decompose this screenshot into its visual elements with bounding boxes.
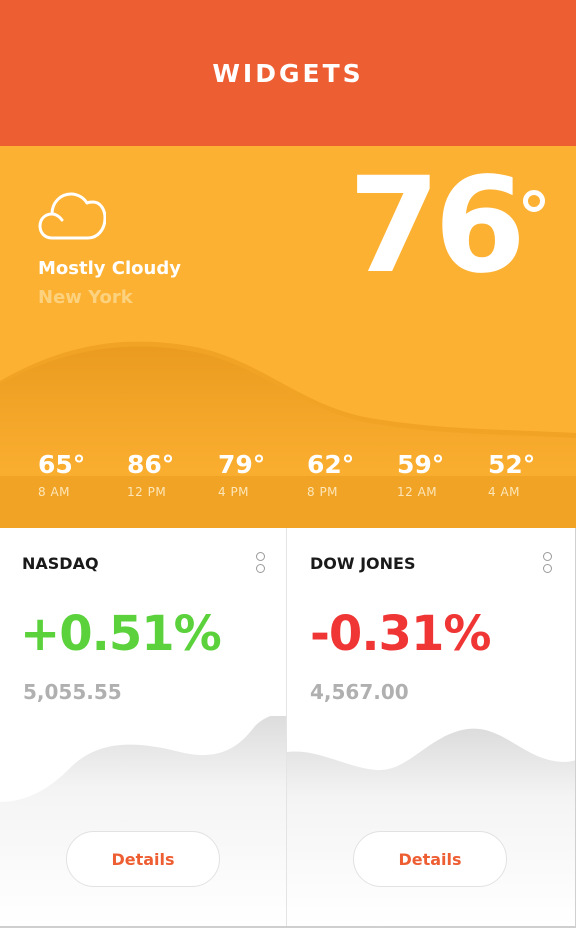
forecast-temp: 59°: [397, 450, 445, 479]
forecast-item: 79° 4 PM: [218, 450, 308, 499]
forecast-item: 62° 8 PM: [307, 450, 397, 499]
forecast-temp: 52°: [488, 450, 536, 479]
stock-card-dow-jones[interactable]: DOW JONES -0.31% 4,567.00 Details: [287, 528, 576, 926]
app-header: WIDGETS: [0, 0, 576, 146]
weather-widget[interactable]: Mostly Cloudy New York 76 65° 8 AM 86° 1…: [0, 146, 576, 528]
more-vertical-icon[interactable]: [253, 552, 267, 578]
details-button[interactable]: Details: [353, 831, 507, 887]
page-title: WIDGETS: [212, 58, 364, 88]
forecast-time: 8 PM: [307, 485, 339, 499]
stock-card-nasdaq[interactable]: NASDAQ +0.51% 5,055.55 Details: [0, 528, 287, 926]
forecast-item: 65° 8 AM: [38, 450, 128, 499]
details-button[interactable]: Details: [66, 831, 220, 887]
stock-name: NASDAQ: [22, 554, 99, 573]
forecast-item: 59° 12 AM: [397, 450, 487, 499]
weather-condition: Mostly Cloudy: [38, 258, 181, 279]
forecast-temp: 62°: [307, 450, 355, 479]
forecast-time: 12 AM: [397, 485, 438, 499]
stock-value: 4,567.00: [310, 680, 409, 704]
forecast-time: 4 PM: [218, 485, 250, 499]
forecast-temp: 79°: [218, 450, 266, 479]
card-wave-decoration: [0, 716, 286, 926]
forecast-time: 8 AM: [38, 485, 71, 499]
card-wave-decoration: [287, 728, 575, 926]
forecast-item: 86° 12 PM: [127, 450, 217, 499]
forecast-time: 4 AM: [488, 485, 521, 499]
current-temperature: 76: [348, 149, 526, 303]
stock-value: 5,055.55: [23, 680, 122, 704]
stock-change: +0.51%: [20, 606, 222, 662]
forecast-item: 52° 4 AM: [488, 450, 576, 499]
hourly-forecast: 65° 8 AM 86° 12 PM 79° 4 PM 62° 8 PM 59°…: [0, 450, 576, 510]
cloud-icon: [38, 192, 106, 240]
stock-widgets: NASDAQ +0.51% 5,055.55 Details DOW JONES…: [0, 528, 576, 928]
stock-change: -0.31%: [310, 606, 491, 662]
more-vertical-icon[interactable]: [540, 552, 554, 578]
forecast-temp: 86°: [127, 450, 175, 479]
stock-name: DOW JONES: [310, 554, 416, 573]
weather-location: New York: [38, 287, 133, 308]
forecast-time: 12 PM: [127, 485, 167, 499]
forecast-temp: 65°: [38, 450, 86, 479]
degree-symbol: [523, 190, 545, 212]
